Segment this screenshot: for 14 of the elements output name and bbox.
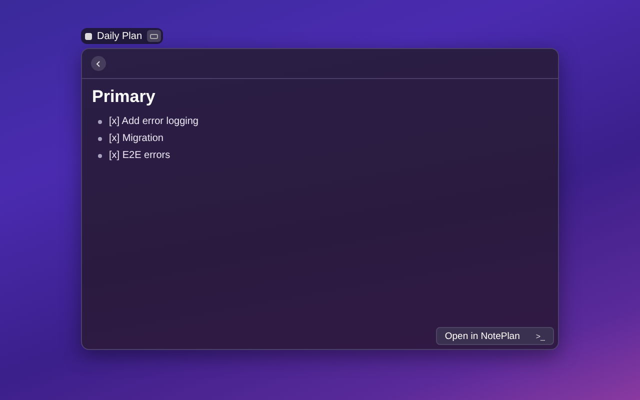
open-in-noteplan-button[interactable]: Open in NotePlan >_ <box>436 327 554 345</box>
note-heading: Primary <box>92 87 156 107</box>
daily-plan-tag[interactable]: Daily Plan <box>81 28 164 44</box>
back-button[interactable] <box>91 56 106 71</box>
bullet-icon <box>98 154 102 158</box>
task-item: [x] E2E errors <box>109 150 170 161</box>
tag-label: Daily Plan <box>97 30 142 42</box>
note-icon <box>85 32 92 40</box>
bullet-icon <box>98 136 102 140</box>
chevron-left-icon <box>96 60 101 66</box>
device-icon[interactable] <box>147 30 162 42</box>
task-item: [x] Migration <box>109 133 164 144</box>
task-item: [x] Add error logging <box>109 116 198 127</box>
bullet-icon <box>98 120 102 124</box>
